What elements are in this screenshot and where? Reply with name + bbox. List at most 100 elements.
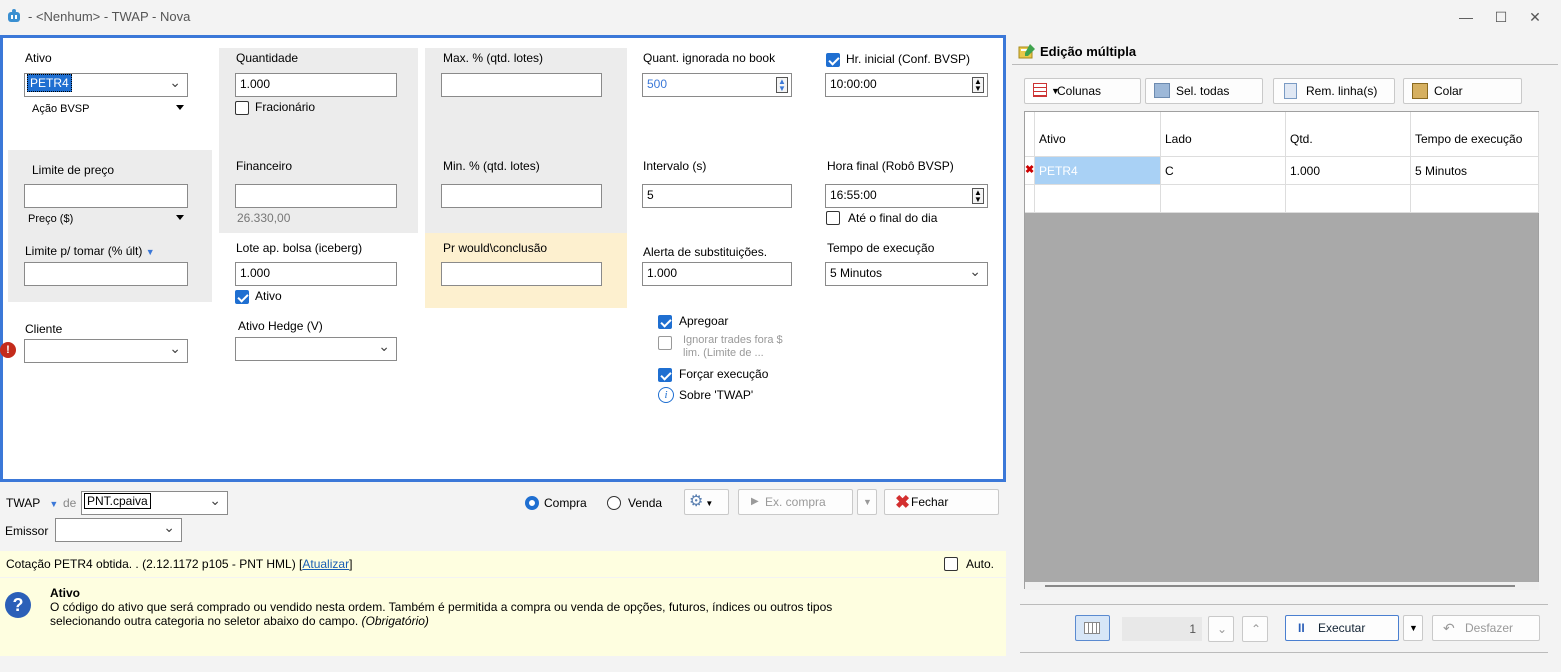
page-number: 1 [1122,617,1202,641]
min-pct-label: Min. % (qtd. lotes) [443,159,540,173]
min-pct-input[interactable] [441,184,602,208]
status-bar: Cotação PETR4 obtida. . (2.12.1172 p105 … [0,551,1006,577]
limite-preco-input[interactable] [24,184,188,208]
cliente-combo[interactable] [24,339,188,363]
tempo-combo[interactable]: 5 Minutos [825,262,988,286]
apregoar-checkbox[interactable] [658,315,672,329]
col-header-tempo[interactable]: Tempo de execução [1411,112,1539,157]
intervalo-label: Intervalo (s) [643,159,707,173]
colar-button[interactable]: Colar [1403,78,1522,104]
chevron-down-icon: ▼ [49,499,59,509]
colunas-button[interactable]: ▼ Colunas [1024,78,1141,104]
limite-tomar-input[interactable] [24,262,188,286]
fechar-button[interactable]: ✖ Fechar [884,489,999,515]
de-label: de [63,496,77,510]
forcar-checkbox[interactable] [658,368,672,382]
preco-unit-select[interactable]: Preço ($) [24,209,188,229]
quantidade-input[interactable]: 1.000 [235,73,397,97]
cell-qtd[interactable]: 1.000 [1286,157,1411,185]
col-header-qtd[interactable]: Qtd. [1286,112,1411,157]
close-window-button[interactable]: ✕ [1524,6,1546,28]
spinner-icon[interactable]: ▲ ▼ [972,188,984,204]
ex-compra-dropdown[interactable]: ▼ [857,489,877,515]
ex-compra-button[interactable]: ▶ Ex. compra [738,489,853,515]
alerta-label: Alerta de substituições. [643,245,768,259]
hora-final-input[interactable]: 16:55:00 ▲ ▼ [825,184,988,208]
minimize-button[interactable]: — [1455,6,1477,28]
divider [1012,64,1558,65]
max-pct-label: Max. % (qtd. lotes) [443,51,544,65]
financeiro-sub: 26.330,00 [237,211,291,225]
hr-inicial-checkbox[interactable] [826,53,840,67]
ate-final-checkbox[interactable] [826,211,840,225]
executar-dropdown[interactable]: ▼ [1403,615,1423,641]
cliente-label: Cliente [25,322,63,336]
maximize-button[interactable]: ☐ [1490,6,1512,28]
col-header-lado[interactable]: Lado [1161,112,1286,157]
lote-input[interactable]: 1.000 [235,262,397,286]
rem-linha-button[interactable]: Rem. linha(s) [1273,78,1395,104]
compra-radio[interactable] [525,496,539,510]
gear-icon: ⚙ [689,493,704,510]
ativo-label: Ativo [25,51,52,65]
emissor-combo[interactable] [55,518,182,542]
limite-preco-label: Limite de preço [32,163,115,177]
atualizar-link[interactable]: Atualizar [302,557,349,571]
info-icon[interactable]: i [658,387,674,403]
new-row-cell[interactable] [1035,185,1161,213]
spinner-icon[interactable]: ▲ ▼ [972,77,984,93]
ignorar-checkbox[interactable] [658,336,672,350]
edicao-title: Edição múltipla [1040,44,1137,59]
compra-label: Compra [544,496,587,510]
new-row-cell[interactable] [1411,185,1539,213]
financeiro-label: Financeiro [236,159,293,173]
col-header-ativo[interactable]: Ativo [1035,112,1161,157]
window-title: - <Nenhum> - TWAP - Nova [28,9,191,24]
hedge-combo[interactable] [235,337,397,361]
pr-would-input[interactable] [441,262,602,286]
fracionario-checkbox[interactable] [235,101,249,115]
account-combo[interactable]: PNT.cpaiva [81,491,228,515]
settings-button[interactable]: ⚙ ▼ [684,489,729,515]
financeiro-input[interactable] [235,184,397,208]
strategy-selector[interactable]: TWAP ▼ [6,496,58,510]
spinner-icon[interactable]: ▲ ▼ [776,77,788,93]
emissor-label: Emissor [5,524,49,538]
sel-todas-button[interactable]: Sel. todas [1145,78,1263,104]
quant-ignorada-input[interactable]: 500 ▲ ▼ [642,73,792,97]
executar-button[interactable]: II Executar [1285,615,1399,641]
ativo-category-select[interactable]: Ação BVSP [24,99,188,119]
lote-ativo-checkbox[interactable] [235,290,249,304]
new-row-cell[interactable] [1286,185,1411,213]
horizontal-scrollbar[interactable] [1025,582,1539,590]
hr-inicial-input[interactable]: 10:00:00 ▲ ▼ [825,73,988,97]
page-up-button[interactable]: ⌃ [1242,616,1268,642]
auto-label: Auto. [966,557,995,571]
cell-tempo[interactable]: 5 Minutos [1411,157,1539,185]
intervalo-input[interactable]: 5 [642,184,792,208]
account-value: PNT.cpaiva [84,493,151,509]
cell-ativo[interactable]: PETR4 [1035,157,1161,185]
cell-lado[interactable]: C [1161,157,1286,185]
tempo-label: Tempo de execução [827,241,935,255]
apregoar-label: Apregoar [679,314,729,328]
title-bar: - <Nenhum> - TWAP - Nova — ☐ ✕ [0,0,1561,34]
auto-checkbox[interactable] [944,557,958,571]
desfazer-button[interactable]: ↶ Desfazer [1432,615,1540,641]
max-pct-input[interactable] [441,73,602,97]
quantidade-label: Quantidade [236,51,299,65]
limite-tomar-label[interactable]: Limite p/ tomar (% últ) ▼ [25,244,155,258]
sobre-twap-link[interactable]: Sobre 'TWAP' [679,388,753,402]
error-icon[interactable]: ! [0,342,16,358]
grid-view-button[interactable] [1075,615,1110,641]
new-row-header [1025,185,1035,213]
venda-radio[interactable] [607,496,621,510]
ativo-combo[interactable]: PETR4 [24,73,188,97]
ate-final-label: Até o final do dia [848,211,938,225]
alerta-input[interactable]: 1.000 [642,262,792,286]
columns-icon [1033,83,1047,97]
new-row-cell[interactable] [1161,185,1286,213]
page-down-button[interactable]: ⌄ [1208,616,1234,642]
order-form: Ativo PETR4 Ação BVSP Limite de preço Pr… [0,35,1006,482]
grid-icon [1084,622,1100,634]
